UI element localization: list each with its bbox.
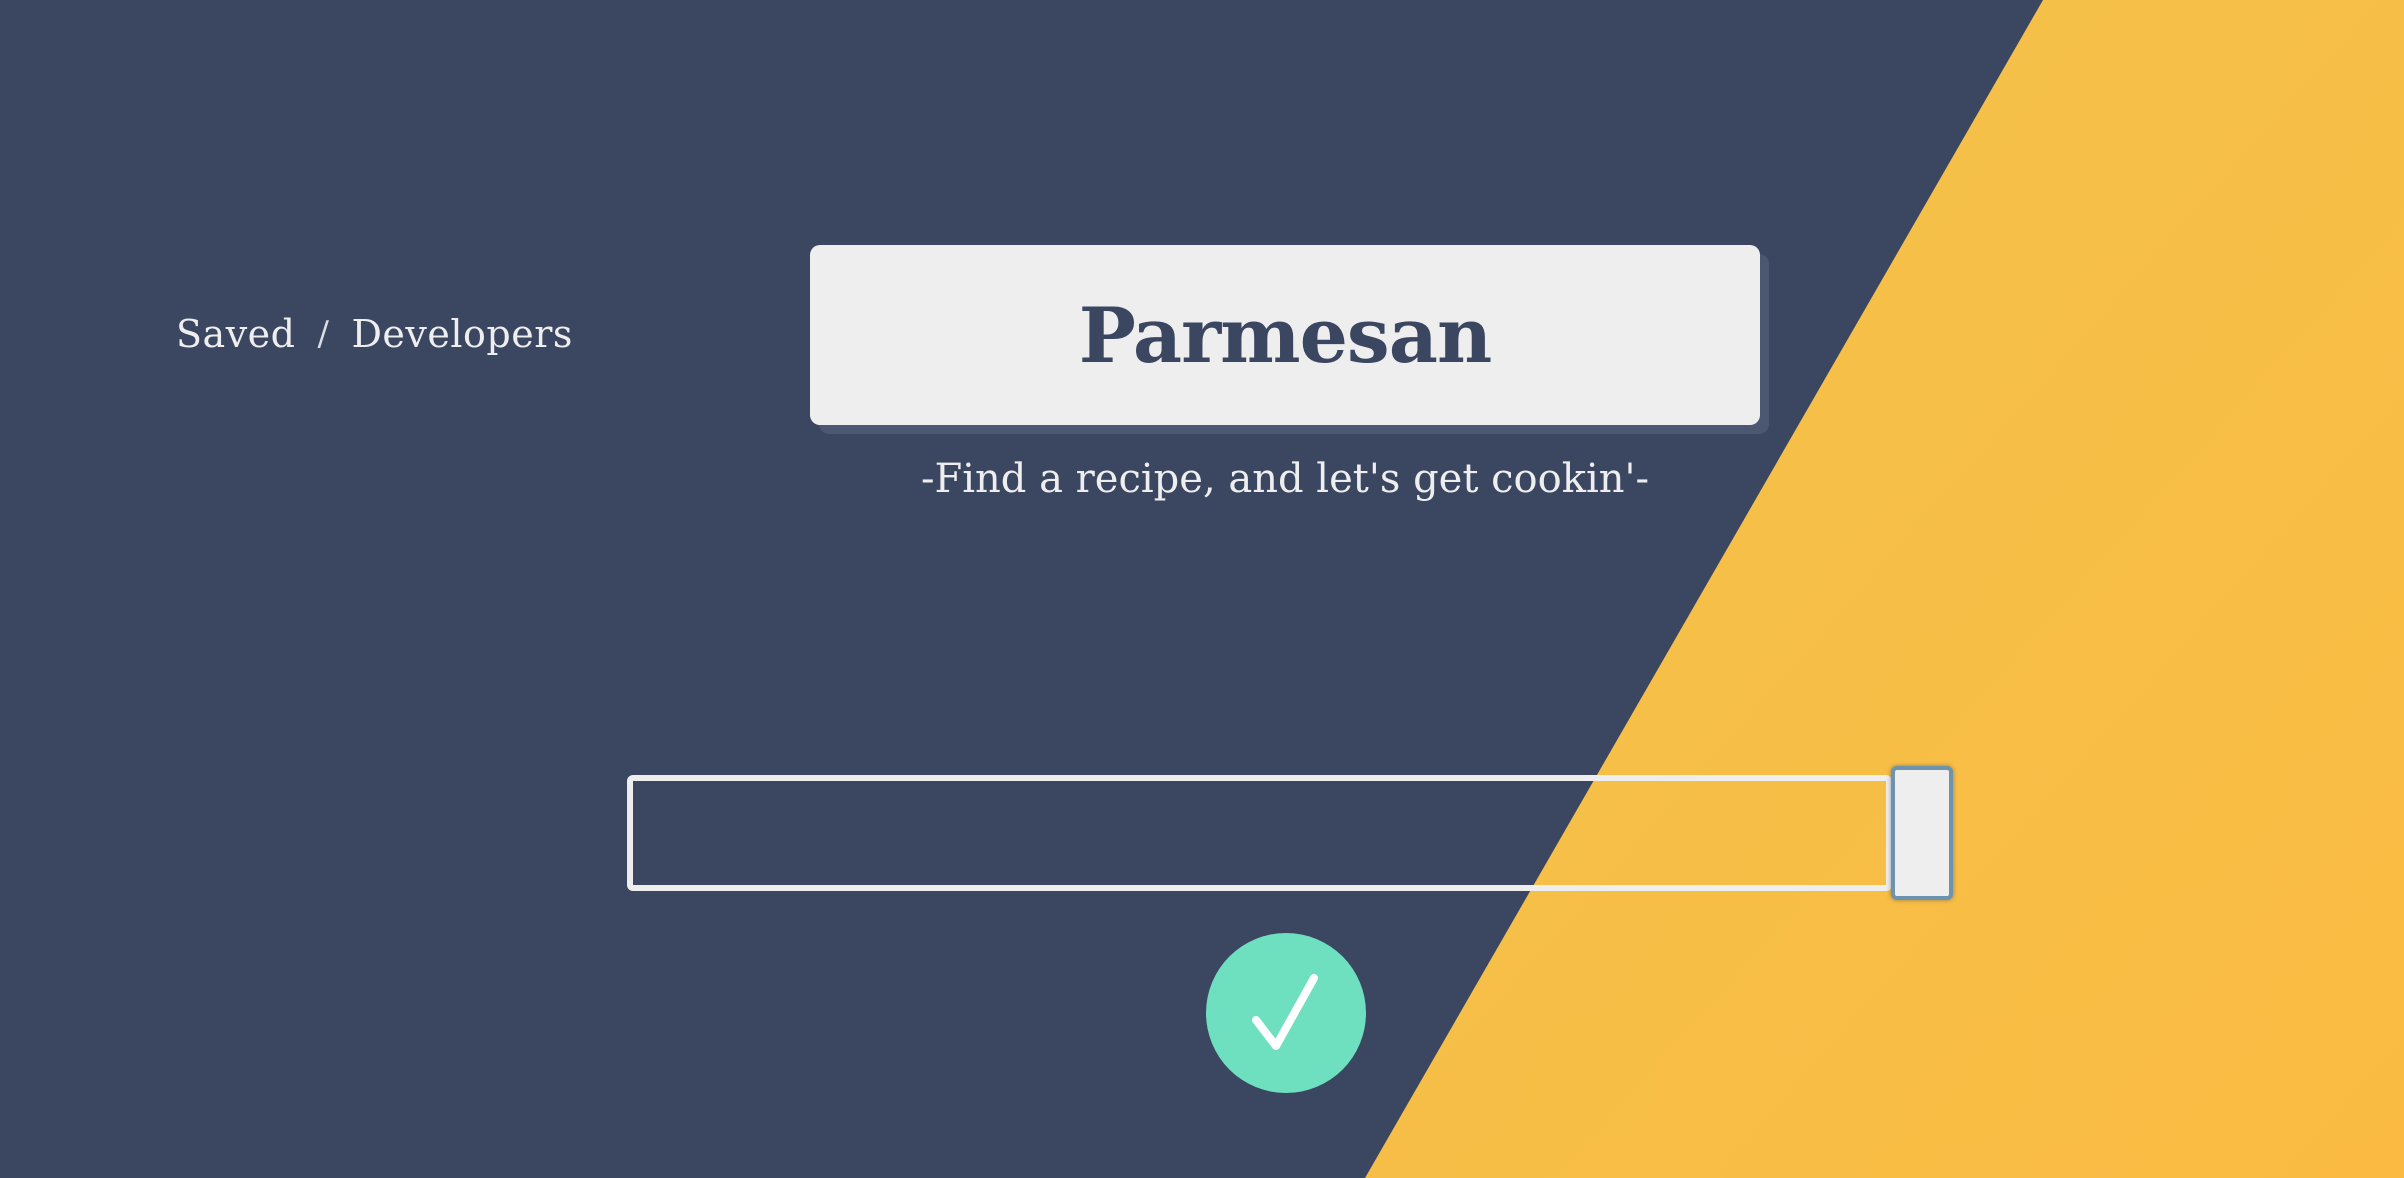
nav-link-developers[interactable]: Developers [351, 312, 572, 356]
search-input-handle[interactable] [1891, 766, 1953, 900]
logo-box: Parmesan [810, 245, 1760, 425]
search-input[interactable] [627, 775, 1892, 891]
top-nav: Saved / Developers [176, 312, 573, 356]
submit-button[interactable] [1206, 933, 1366, 1093]
search-bar [627, 766, 1953, 900]
nav-separator: / [317, 314, 330, 354]
tagline: -Find a recipe, and let's get cookin'- [920, 456, 1650, 502]
check-icon [1252, 974, 1318, 1050]
app-title: Parmesan [1078, 290, 1492, 380]
background-yellow-wedge [1365, 0, 2404, 1178]
nav-link-saved[interactable]: Saved [176, 312, 295, 356]
